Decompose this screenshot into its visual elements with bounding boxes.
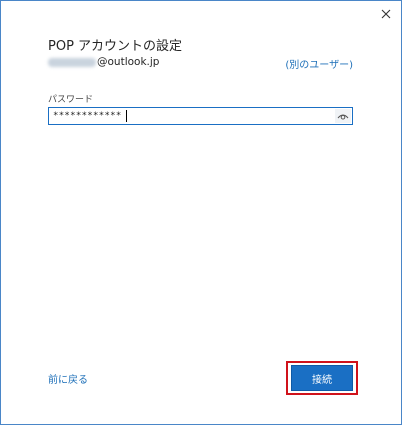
- close-icon: [381, 9, 391, 19]
- connect-button[interactable]: 接続: [291, 365, 353, 391]
- account-email: @outlook.jp: [97, 56, 160, 68]
- password-field[interactable]: [48, 107, 353, 125]
- pop-account-dialog: POP アカウントの設定 @outlook.jp (別のユーザー) パスワード …: [0, 0, 402, 425]
- back-link[interactable]: 前に戻る: [48, 371, 88, 386]
- close-button[interactable]: [375, 4, 397, 24]
- connect-button-highlight: 接続: [286, 361, 358, 395]
- dialog-title: POP アカウントの設定: [48, 39, 183, 54]
- account-row: @outlook.jp (別のユーザー): [48, 56, 353, 71]
- password-label: パスワード: [48, 95, 94, 105]
- other-user-link[interactable]: (別のユーザー): [285, 56, 353, 71]
- reveal-password-button[interactable]: [335, 109, 351, 123]
- redacted-username: [48, 57, 96, 67]
- eye-icon: [337, 114, 349, 120]
- password-input[interactable]: [53, 108, 323, 124]
- text-caret: [126, 110, 127, 122]
